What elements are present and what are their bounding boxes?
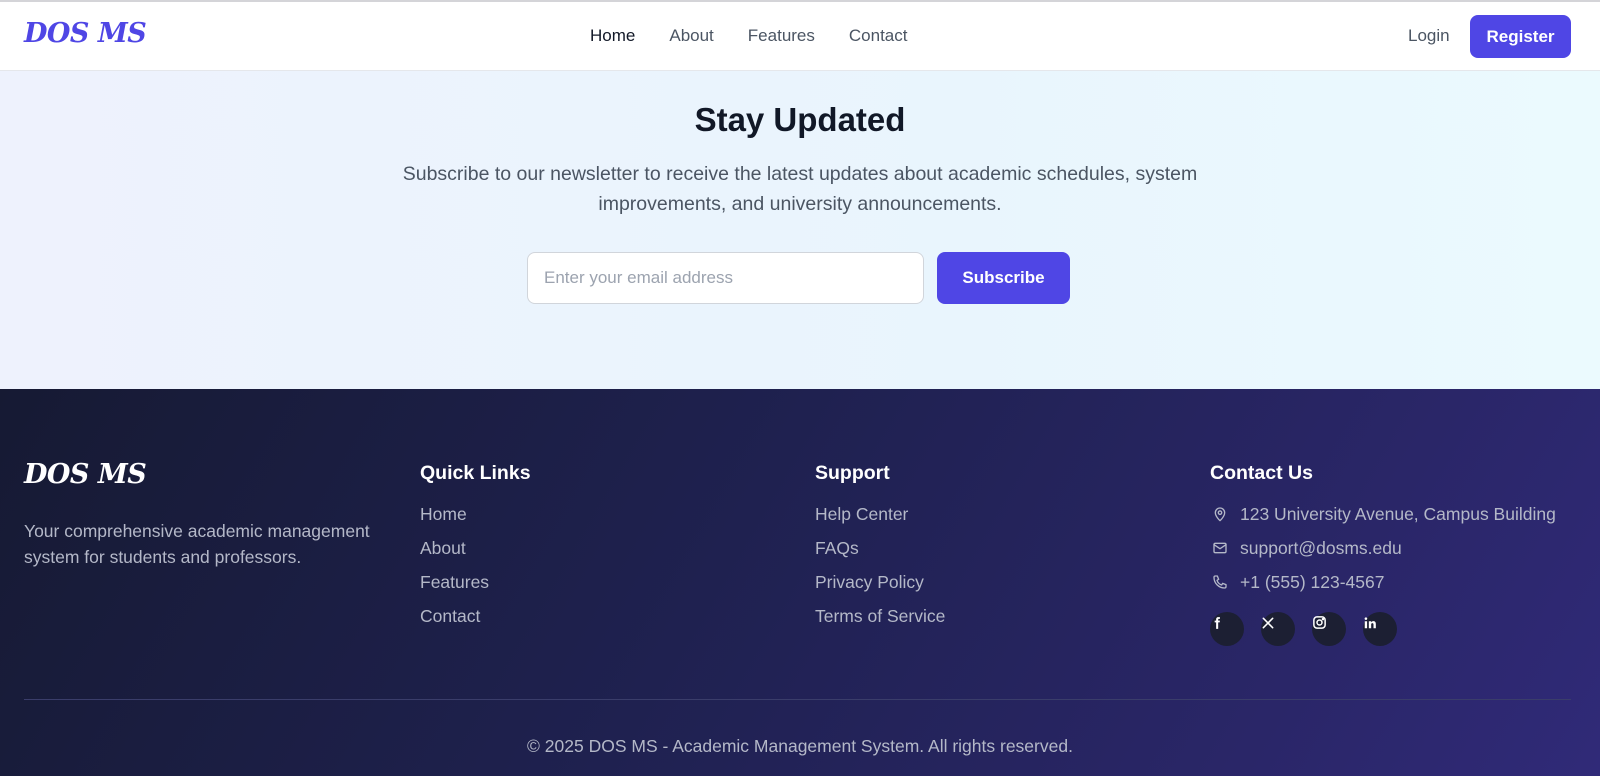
contact-address-text: 123 University Avenue, Campus Building [1240, 503, 1556, 524]
support-column: Support Help Center FAQs Privacy Policy … [815, 461, 945, 638]
register-button[interactable]: Register [1470, 15, 1571, 58]
brand-logo[interactable]: DOS MS [24, 18, 147, 49]
footer-link-privacy-policy[interactable]: Privacy Policy [815, 570, 945, 594]
footer-link-features[interactable]: Features [420, 570, 531, 594]
newsletter-section: Stay Updated Subscribe to our newsletter… [0, 71, 1600, 389]
social-links [1210, 612, 1556, 656]
nav-link-features[interactable]: Features [748, 24, 815, 48]
copyright-text: © 2025 DOS MS - Academic Management Syst… [527, 736, 1073, 756]
linkedin-icon[interactable] [1363, 612, 1397, 646]
nav-link-home[interactable]: Home [590, 24, 635, 48]
contact-email: support@dosms.edu [1210, 536, 1556, 560]
phone-icon [1210, 572, 1230, 592]
contact-address: 123 University Avenue, Campus Building [1210, 502, 1556, 526]
support-heading: Support [815, 462, 890, 484]
footer-description: Your comprehensive academic management s… [24, 521, 370, 567]
footer-divider [24, 699, 1571, 700]
contact-email-text[interactable]: support@dosms.edu [1240, 538, 1402, 559]
footer-link-about[interactable]: About [420, 536, 531, 560]
newsletter-title: Stay Updated [694, 101, 906, 138]
map-pin-icon [1210, 504, 1230, 524]
newsletter-description: Subscribe to our newsletter to receive t… [402, 163, 1198, 215]
footer-link-home[interactable]: Home [420, 502, 531, 526]
footer-logo: DOS MS [24, 459, 147, 490]
nav-link-contact[interactable]: Contact [849, 24, 908, 48]
contact-phone: +1 (555) 123-4567 [1210, 570, 1556, 594]
email-input[interactable] [527, 252, 924, 304]
main-nav: Home About Features Contact [590, 24, 941, 48]
footer-link-contact[interactable]: Contact [420, 604, 531, 628]
login-link[interactable]: Login [1408, 24, 1450, 48]
x-icon[interactable] [1261, 612, 1295, 646]
contact-phone-text[interactable]: +1 (555) 123-4567 [1240, 572, 1385, 593]
footer-link-terms-of-service[interactable]: Terms of Service [815, 604, 945, 628]
contact-column: Contact Us 123 University Avenue, Campus… [1210, 461, 1556, 656]
navbar: DOS MS Home About Features Contact Login… [0, 2, 1600, 71]
quick-links-column: Quick Links Home About Features Contact [420, 461, 531, 638]
nav-link-about[interactable]: About [669, 24, 713, 48]
site-footer: DOS MS Your comprehensive academic manag… [0, 389, 1600, 776]
mail-icon [1210, 538, 1230, 558]
contact-heading: Contact Us [1210, 462, 1313, 484]
facebook-icon[interactable] [1210, 612, 1244, 646]
footer-link-help-center[interactable]: Help Center [815, 502, 945, 526]
subscribe-button[interactable]: Subscribe [937, 252, 1070, 304]
quick-links-heading: Quick Links [420, 462, 531, 484]
instagram-icon[interactable] [1312, 612, 1346, 646]
footer-link-faqs[interactable]: FAQs [815, 536, 945, 560]
